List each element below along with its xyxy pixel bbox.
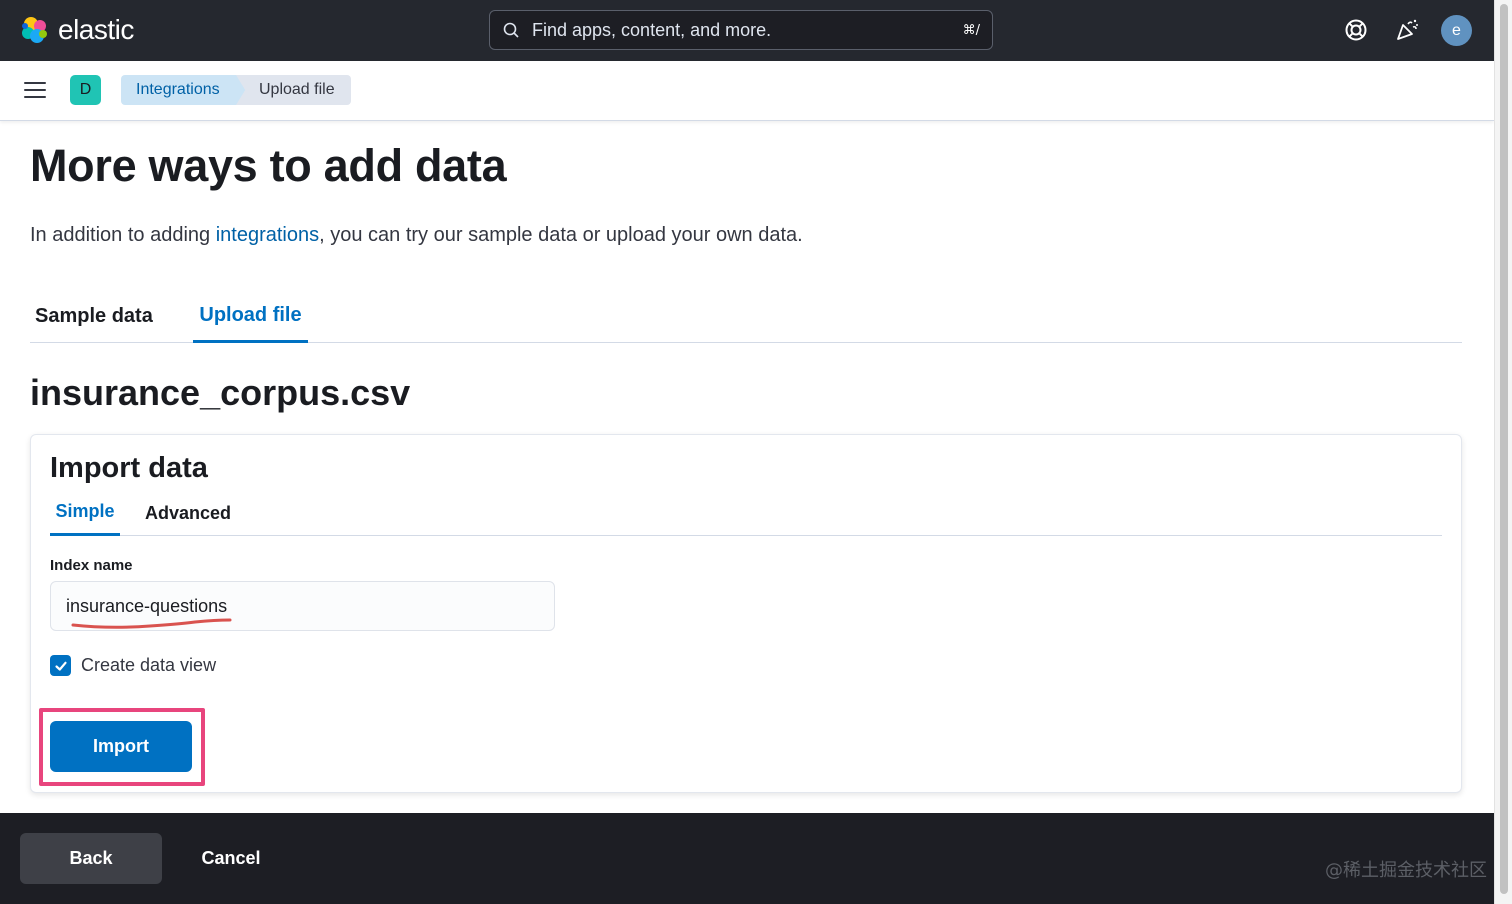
cancel-button[interactable]: Cancel	[180, 833, 282, 884]
elastic-logo-icon	[22, 17, 47, 43]
search-shortcut: ⌘/	[962, 22, 980, 38]
global-search[interactable]: ⌘/	[489, 10, 993, 50]
import-mode-tabs: Simple Advanced	[50, 490, 1442, 536]
tab-advanced[interactable]: Advanced	[145, 490, 231, 536]
tab-upload-file[interactable]: Upload file	[193, 290, 308, 343]
annotation-underline	[71, 618, 232, 629]
user-avatar[interactable]: e	[1441, 15, 1472, 46]
import-panel-title: Import data	[50, 452, 208, 484]
data-source-tabs: Sample data Upload file	[30, 290, 1462, 343]
menu-toggle-icon[interactable]	[24, 80, 46, 100]
scrollbar-thumb[interactable]	[1500, 4, 1508, 894]
search-icon	[503, 22, 519, 38]
index-name-label: Index name	[50, 557, 133, 574]
space-selector[interactable]: D	[70, 75, 101, 105]
tab-sample-data[interactable]: Sample data	[35, 290, 153, 343]
brand-name: elastic	[58, 14, 134, 45]
search-input[interactable]	[532, 19, 932, 41]
elastic-logo[interactable]: elastic	[18, 14, 134, 46]
breadcrumb-integrations[interactable]: Integrations	[121, 75, 247, 105]
scrollbar[interactable]	[1494, 0, 1512, 904]
watermark: @稀土掘金技术社区	[1325, 860, 1487, 881]
breadcrumb-upload-file: Upload file	[236, 75, 351, 105]
tab-simple[interactable]: Simple	[50, 490, 120, 536]
page-title: More ways to add data	[30, 140, 507, 191]
back-button[interactable]: Back	[20, 833, 162, 884]
uploaded-file-name: insurance_corpus.csv	[30, 372, 411, 413]
help-icon[interactable]	[1343, 17, 1369, 43]
intro-text-after: , you can try our sample data or upload …	[319, 224, 803, 246]
intro-text-before: In addition to adding	[30, 224, 216, 246]
create-data-view-label[interactable]: Create data view	[81, 655, 216, 676]
create-data-view-checkbox[interactable]	[50, 655, 71, 676]
news-feed-icon[interactable]	[1394, 17, 1420, 43]
checkmark-icon	[54, 661, 67, 671]
page-intro: In addition to adding integrations, you …	[30, 224, 803, 247]
integrations-link[interactable]: integrations	[216, 224, 319, 246]
import-button[interactable]: Import	[50, 721, 192, 772]
